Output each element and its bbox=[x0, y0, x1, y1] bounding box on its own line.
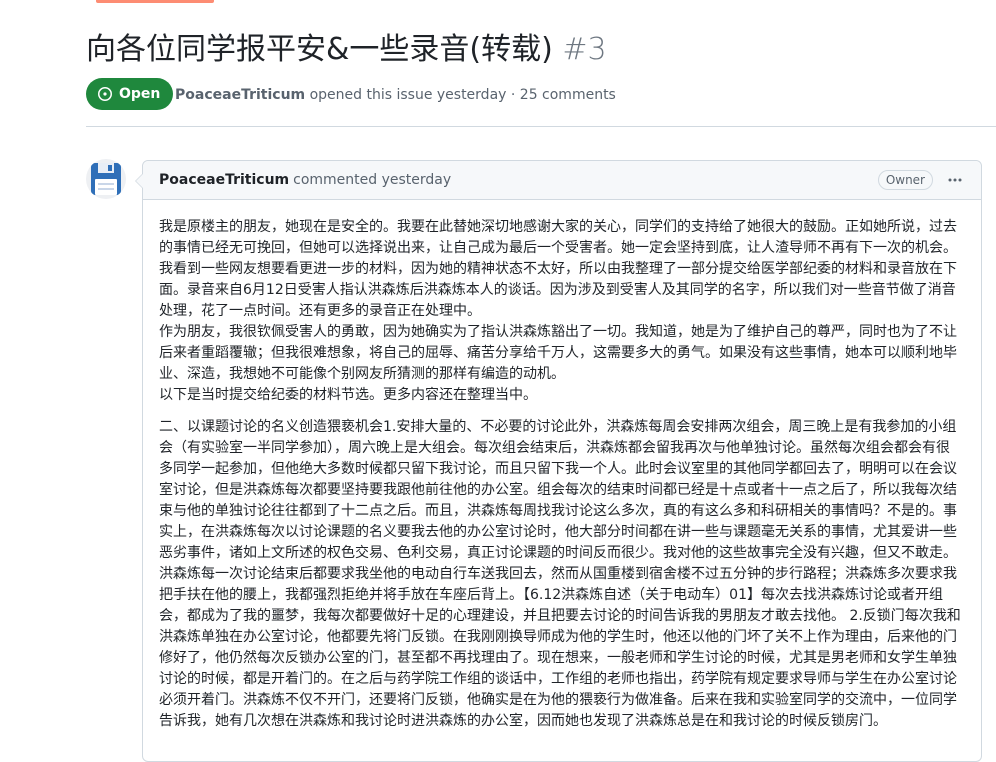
issue-opened-text: opened this issue yesterday · 25 comment… bbox=[309, 87, 616, 103]
comment-time: commented yesterday bbox=[293, 172, 452, 188]
issue-title: 向各位同学报平安&一些录音(转载) #3 bbox=[86, 28, 607, 72]
comment-options-button[interactable] bbox=[945, 172, 965, 188]
text-line: 我看到一些网友想要看更进一步的材料，因为她的精神状态不太好，所以由我整理了一部分… bbox=[159, 261, 957, 277]
text-line: 面。录音来自6月12日受害人指认洪森炼后洪森炼本人的谈话。因为涉及到受害人及其同… bbox=[159, 282, 956, 298]
active-tab-indicator bbox=[96, 0, 214, 3]
issue-author-link[interactable]: PoaceaeTriticum bbox=[175, 87, 305, 103]
issue-number: #3 bbox=[562, 32, 607, 67]
issue-title-text: 向各位同学报平安&一些录音(转载) bbox=[86, 32, 553, 67]
text-line: 会（有实验室一半同学参加），周六晚上是大组会。每次组会结束后，洪森炼都会留我再次… bbox=[159, 440, 950, 456]
issue-open-icon bbox=[97, 86, 113, 102]
text-line: 必须开着门。洪森炼不仅不开门，还要将门反锁，他确实是在为他的猥亵行为做准备。后来… bbox=[159, 692, 957, 708]
text-line: 处理，花了一点时间。还有更多的录音正在处理中。 bbox=[159, 303, 481, 319]
floppy-disk-icon bbox=[91, 163, 121, 195]
comment-header: PoaceaeTriticum commented yesterday Owne… bbox=[143, 161, 981, 200]
text-line: 恶劣事件，诸如上文所述的权色交易、色利交易，真正讨论课题的时间反而很少。我对他的… bbox=[159, 545, 957, 561]
owner-badge: Owner bbox=[877, 170, 933, 190]
comment-body: 我是原楼主的朋友，她现在是安全的。我要在此替她深切地感谢大家的关心，同学们的支持… bbox=[143, 200, 981, 732]
text-line: 后来者重蹈覆辙；但我很难想象，将自己的屈辱、痛苦分享给千万人，这需要多大的勇气。… bbox=[159, 345, 957, 361]
header-divider bbox=[86, 126, 996, 127]
issue-comment: PoaceaeTriticum commented yesterday Owne… bbox=[135, 160, 982, 762]
text-line: 业、深造，我想她不可能像个别网友所猜测的那样有编造的动机。 bbox=[159, 366, 565, 382]
text-line: 二、以课题讨论的名义创造猥亵机会1.安排大量的、不必要的讨论此外，洪森炼每周会安… bbox=[159, 419, 957, 435]
text-line: 的事情已经无可挽回，但她可以选择说出来，让自己成为最后一个受害者。她一定会坚持到… bbox=[159, 240, 957, 256]
text-line: 把手扶在他的腰上，我都强烈拒绝并将手放在车座后背上。【6.12洪森炼自述（关于电… bbox=[159, 587, 943, 603]
text-line: 洪森炼每一次讨论结束后都要求我坐他的电动自行车送我回去，然而从国重楼到宿舍楼不过… bbox=[159, 566, 957, 582]
comment-author-link[interactable]: PoaceaeTriticum bbox=[159, 172, 289, 188]
issue-state-label: Open bbox=[119, 86, 161, 102]
text-line: 会，都成为了我的噩梦，我每次都要做好十足的心理建设，并且把要去讨论的时间告诉我的… bbox=[159, 608, 961, 624]
text-line: 室讨论，但是洪森炼每次都要坚持要我跟他前往他的办公室。组会每次的结束时间都已经是… bbox=[159, 482, 957, 498]
text-line: 告诉我，她有几次想在洪森炼和我讨论时进洪森炼的办公室，因而她也发现了洪森炼总是在… bbox=[159, 713, 887, 729]
text-line: 讨论的时候，都是开着门的。在之后与药学院工作组的谈话中，工作组的老师也指出，药学… bbox=[159, 671, 957, 687]
issue-meta: PoaceaeTriticum opened this issue yester… bbox=[175, 85, 616, 105]
text-line: 我是原楼主的朋友，她现在是安全的。我要在此替她深切地感谢大家的关心，同学们的支持… bbox=[159, 219, 957, 235]
kebab-horizontal-icon bbox=[948, 178, 962, 182]
issue-state-badge: Open bbox=[86, 78, 174, 110]
text-line: 多同学一起参加，但他绝大多数时候都只留下我讨论，而且只留下我一个人。此时会议室里… bbox=[159, 461, 957, 477]
comment-paragraph-2: 二、以课题讨论的名义创造猥亵机会1.安排大量的、不必要的讨论此外，洪森炼每周会安… bbox=[159, 417, 965, 732]
text-line: 实上，在洪森炼每次以讨论课题的名义要我去他的办公室讨论时，他大部分时间都在讲一些… bbox=[159, 524, 957, 540]
text-line: 修好了，他仍然每次反锁办公室的门，甚至都不再找理由了。现在想来，一般老师和学生讨… bbox=[159, 650, 957, 666]
text-line: 洪森炼单独在办公室讨论，他都要先将门反锁。在我刚刚换导师成为他的学生时，他还以他… bbox=[159, 629, 957, 645]
text-line: 以下是当时提交给纪委的材料节选。更多内容还在整理当中。 bbox=[159, 387, 537, 403]
comment-paragraph-1: 我是原楼主的朋友，她现在是安全的。我要在此替她深切地感谢大家的关心，同学们的支持… bbox=[159, 217, 965, 406]
text-line: 束与他的单独讨论往往都到了十二点之后。而且，洪森炼每周找我讨论这么多次，真的有这… bbox=[159, 503, 957, 519]
avatar[interactable] bbox=[86, 159, 126, 199]
text-line: 作为朋友，我很钦佩受害人的勇敢，因为她确实为了指认洪森炼豁出了一切。我知道，她是… bbox=[159, 324, 957, 340]
